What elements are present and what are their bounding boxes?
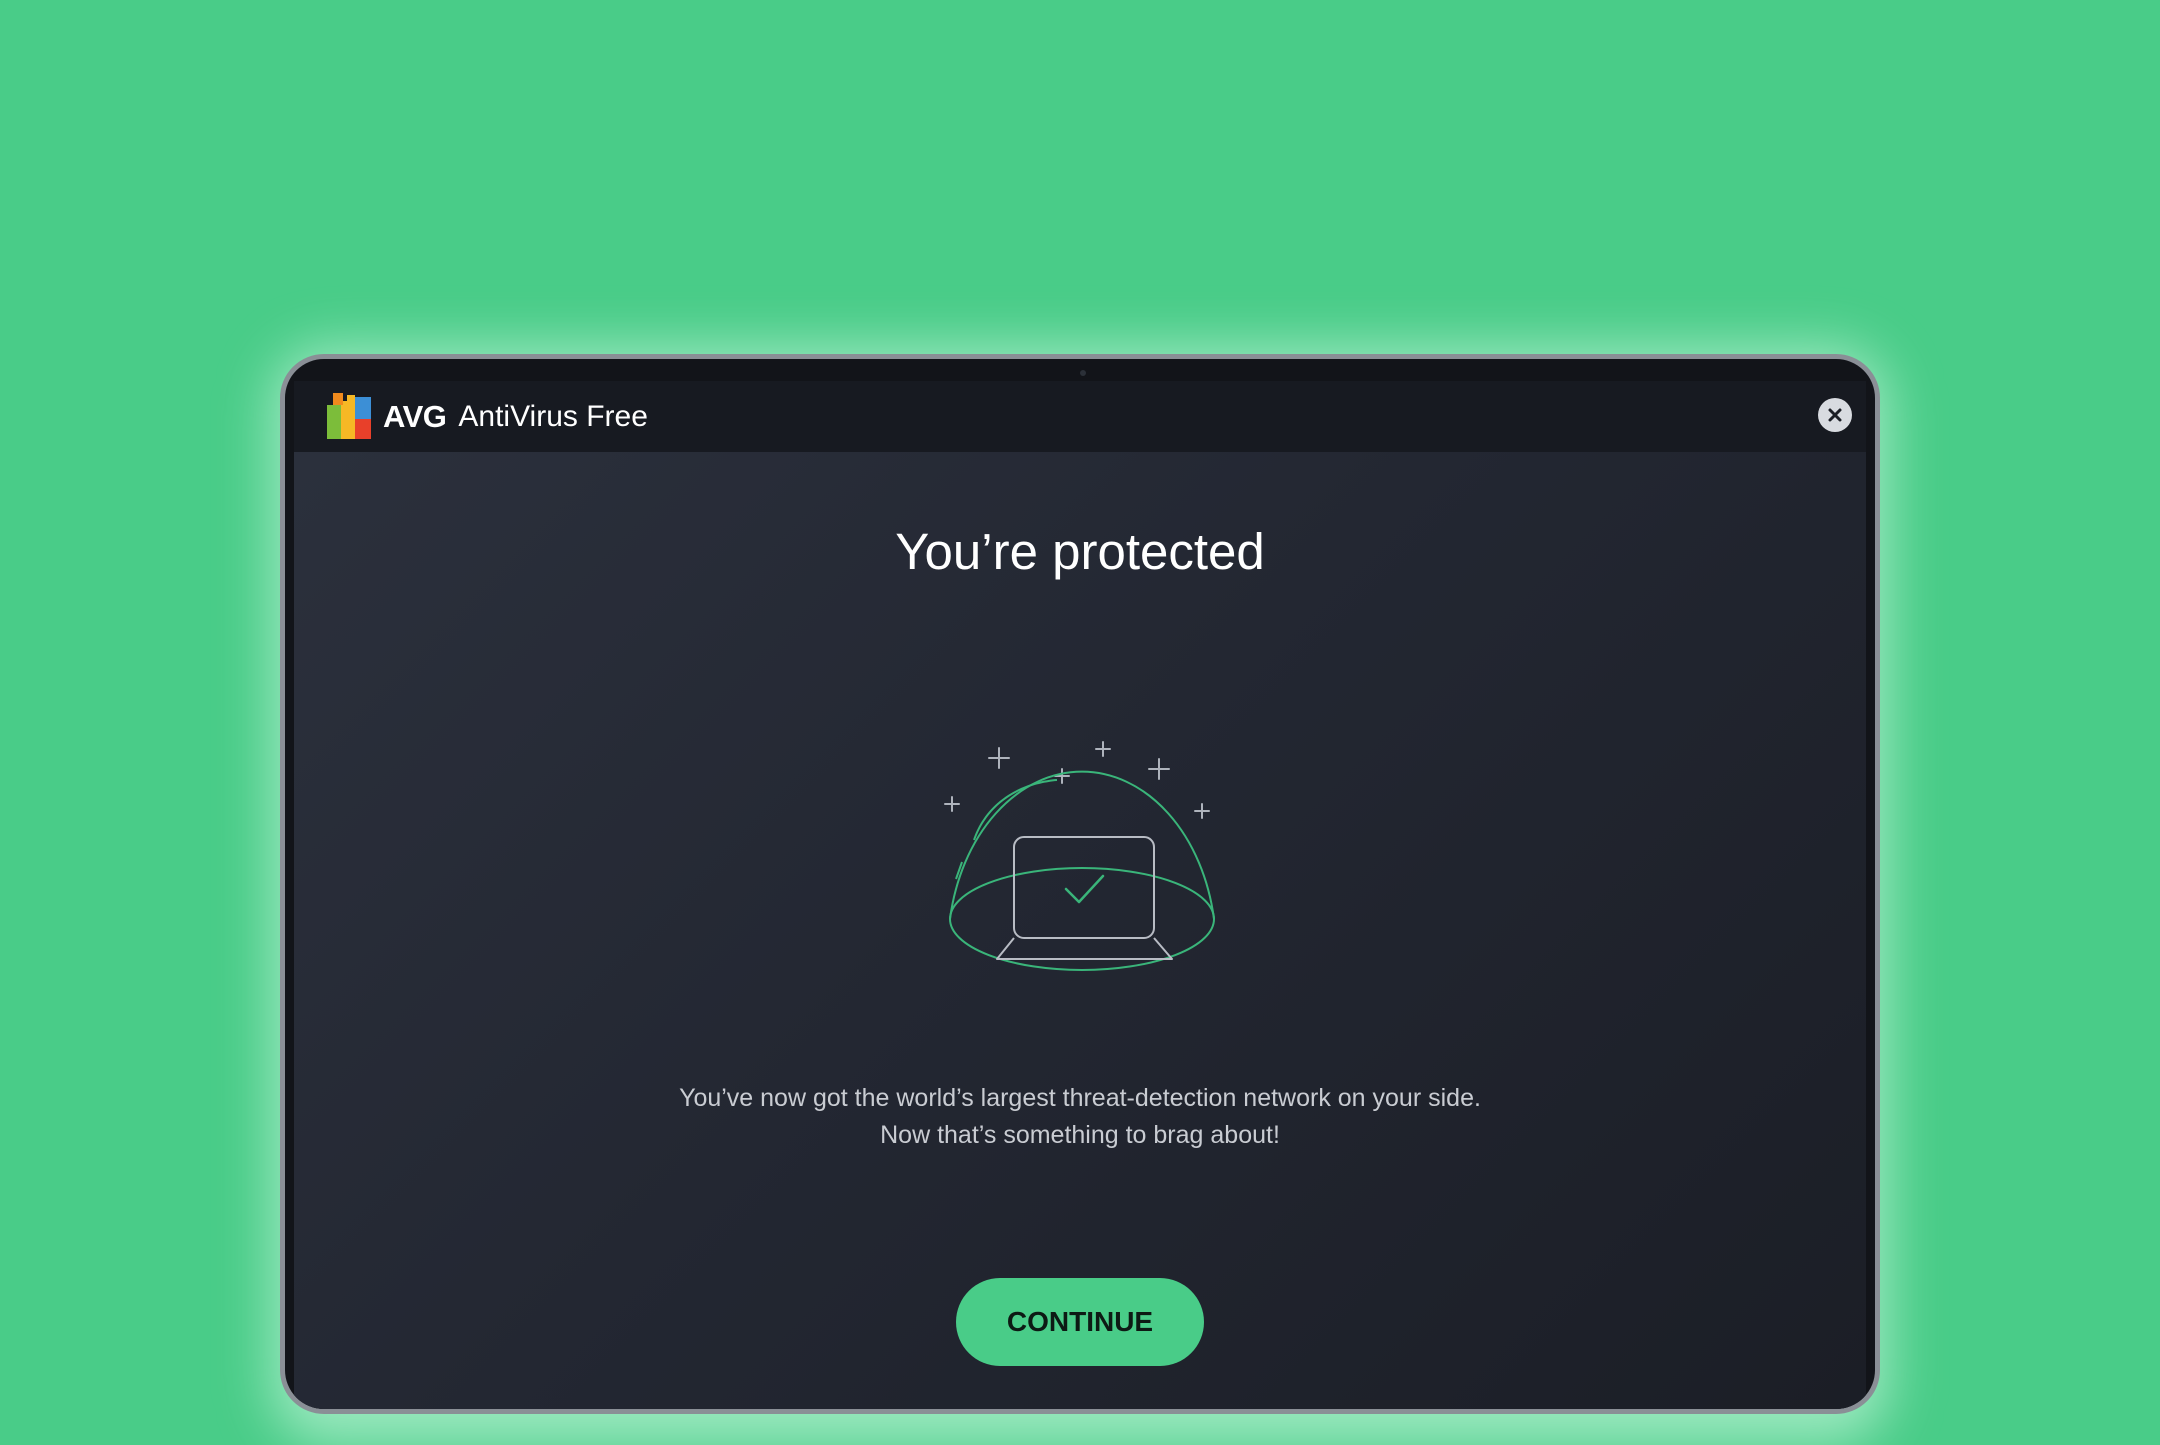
close-button[interactable] [1818,398,1852,432]
continue-button[interactable]: CONTINUE [956,1278,1204,1366]
confirmation-message: You’ve now got the world’s largest threa… [294,1080,1866,1154]
product-name: AntiVirus Free [458,399,648,433]
protected-laptop-illustration [944,741,1215,971]
device-frame: AVG AntiVirus Free You’re protected You’… [280,354,1880,1414]
page-title: You’re protected [895,523,1265,580]
brand-name: AVG [383,398,447,434]
message-line-2: Now that’s something to brag about! [880,1121,1280,1149]
message-line-1: You’ve now got the world’s largest threa… [679,1084,1481,1112]
main-content: You’re protected You’ve now got the worl… [294,452,1866,1409]
camera-dot [1080,370,1086,376]
title-bar: AVG AntiVirus Free [294,381,1866,452]
app-branding: AVG AntiVirus Free [325,391,648,443]
avg-logo-icon [327,392,371,439]
app-window: AVG AntiVirus Free You’re protected You’… [294,381,1866,1409]
close-icon [1828,408,1842,422]
